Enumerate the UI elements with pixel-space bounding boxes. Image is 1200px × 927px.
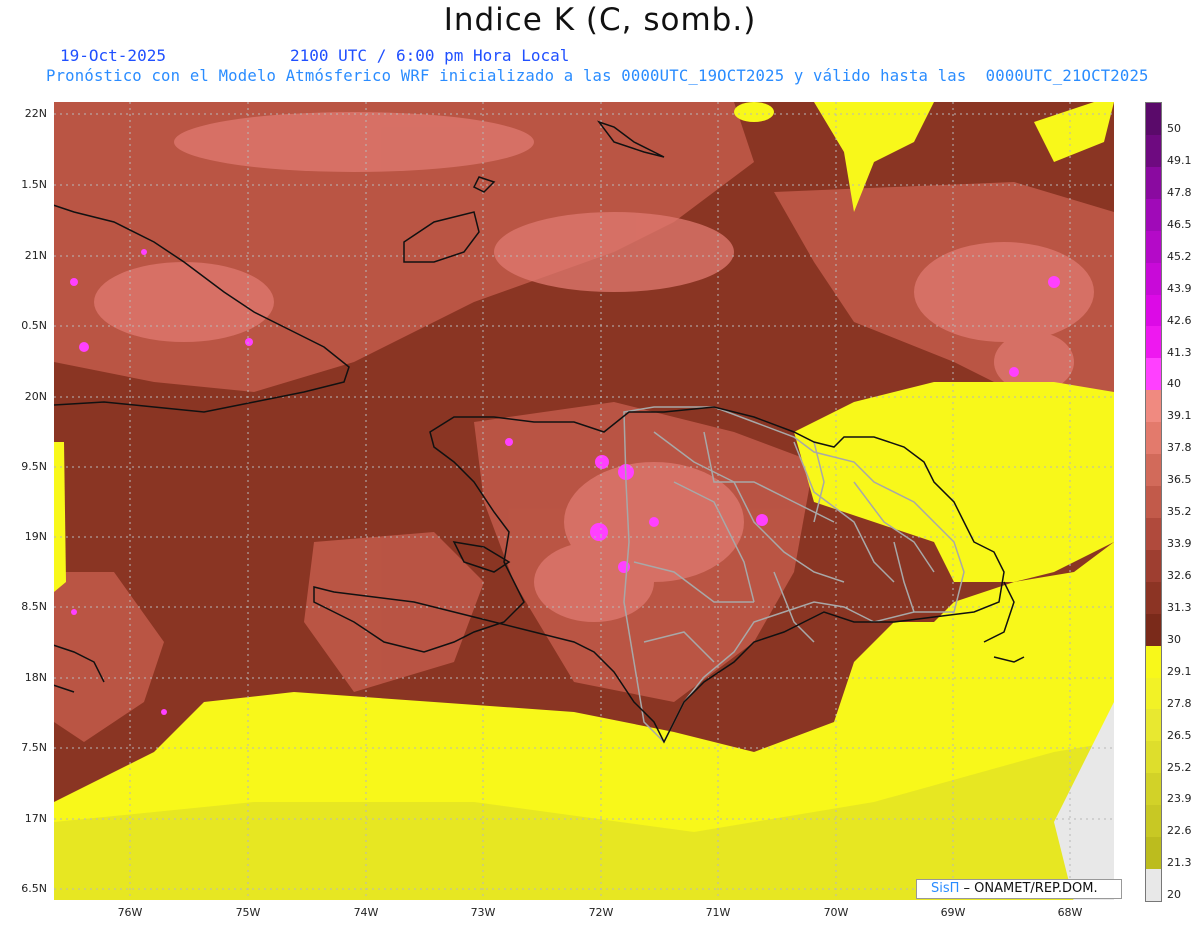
colorbar-label: 32.6 xyxy=(1167,569,1192,582)
lat-label: 19N xyxy=(24,530,47,543)
colorbar-label: 22.6 xyxy=(1167,824,1192,838)
colorbar-segment xyxy=(1146,709,1161,742)
colorbar-segment xyxy=(1146,262,1161,295)
lat-label: 0.5N xyxy=(21,319,47,332)
lon-label: 76W xyxy=(117,906,143,919)
lat-label: 7.5N xyxy=(21,741,47,754)
colorbar-segment xyxy=(1146,390,1161,423)
lon-label: 73W xyxy=(470,906,496,919)
lat-label: 8.5N xyxy=(21,600,47,613)
colorbar-label: 45.2 xyxy=(1167,249,1192,263)
lon-label: 71W xyxy=(705,906,731,919)
colorbar-label: 37.8 xyxy=(1167,441,1192,455)
colorbar-segment xyxy=(1146,326,1161,359)
colorbar-label: 39.1 xyxy=(1167,409,1192,423)
colorbar-label: 29.1 xyxy=(1167,664,1192,678)
colorbar-label: 27.8 xyxy=(1167,696,1192,710)
colorbar-label: 30 xyxy=(1167,632,1181,646)
colorbar-segment xyxy=(1146,869,1161,902)
map-title: Indice K (C, somb.) xyxy=(443,2,757,38)
k-index-map xyxy=(54,102,1114,900)
colorbar-segment xyxy=(1146,613,1161,647)
colorbar-segment xyxy=(1146,358,1161,391)
colorbar-segment xyxy=(1146,230,1161,264)
lon-label: 75W xyxy=(235,906,261,919)
colorbar-segment xyxy=(1146,549,1161,583)
colorbar-segment xyxy=(1146,134,1161,168)
colorbar-label: 42.6 xyxy=(1167,313,1192,327)
colorbar-label: 49.1 xyxy=(1167,154,1192,168)
lat-label: 18N xyxy=(24,671,47,684)
colorbar-label: 46.5 xyxy=(1167,217,1192,231)
colorbar-label: 47.8 xyxy=(1167,185,1192,199)
colorbar-label: 31.3 xyxy=(1167,600,1192,614)
lat-label: 9.5N xyxy=(21,460,47,473)
colorbar-label: 43.9 xyxy=(1167,281,1192,295)
colorbar-segment xyxy=(1146,103,1161,136)
lat-label: 20N xyxy=(24,390,47,403)
lon-label: 74W xyxy=(353,906,379,919)
credit-text: – ONAMET/REP.DOM. xyxy=(959,881,1098,896)
colorbar-segment xyxy=(1146,454,1161,487)
colorbar-segment xyxy=(1146,837,1161,870)
colorbar-label: 40 xyxy=(1167,377,1181,391)
colorbar-segment xyxy=(1146,294,1161,327)
colorbar-label: 35.2 xyxy=(1167,505,1192,519)
colorbar-label: 21.3 xyxy=(1167,856,1192,870)
lon-label: 69W xyxy=(940,906,966,919)
colorbar-label: 26.5 xyxy=(1167,728,1192,742)
lat-label: 17N xyxy=(24,812,47,825)
colorbar-segment xyxy=(1146,645,1161,679)
colorbar-segment xyxy=(1146,166,1161,200)
colorbar xyxy=(1145,102,1162,902)
colorbar-segment xyxy=(1146,517,1161,551)
lon-label: 68W xyxy=(1057,906,1083,919)
colorbar-label: 23.9 xyxy=(1167,792,1192,806)
colorbar-segment xyxy=(1146,677,1161,710)
colorbar-label: 41.3 xyxy=(1167,345,1192,359)
credit-box: SisΠ – ONAMET/REP.DOM. xyxy=(916,879,1122,899)
lat-label: 21N xyxy=(24,249,47,262)
lon-label: 70W xyxy=(823,906,849,919)
colorbar-segment xyxy=(1146,198,1161,232)
colorbar-label: 50 xyxy=(1167,122,1181,136)
lon-label: 72W xyxy=(588,906,614,919)
lat-label: 1.5N xyxy=(21,178,47,191)
colorbar-segment xyxy=(1146,805,1161,838)
colorbar-segment xyxy=(1146,741,1161,774)
colorbar-segment xyxy=(1146,581,1161,615)
colorbar-segment xyxy=(1146,422,1161,455)
forecast-date: 19-Oct-2025 xyxy=(60,46,166,65)
forecast-description: Pronóstico con el Modelo Atmósferico WRF… xyxy=(46,67,1149,85)
lat-label: 22N xyxy=(24,107,47,120)
colorbar-label: 36.5 xyxy=(1167,473,1192,487)
colorbar-label: 25.2 xyxy=(1167,760,1192,774)
lat-label: 6.5N xyxy=(21,882,47,895)
colorbar-segment xyxy=(1146,773,1161,806)
colorbar-segment xyxy=(1146,486,1161,519)
forecast-time: 2100 UTC / 6:00 pm Hora Local xyxy=(290,46,570,65)
credit-brand: SisΠ xyxy=(931,881,960,896)
colorbar-label: 20 xyxy=(1167,888,1181,902)
colorbar-label: 33.9 xyxy=(1167,537,1192,551)
